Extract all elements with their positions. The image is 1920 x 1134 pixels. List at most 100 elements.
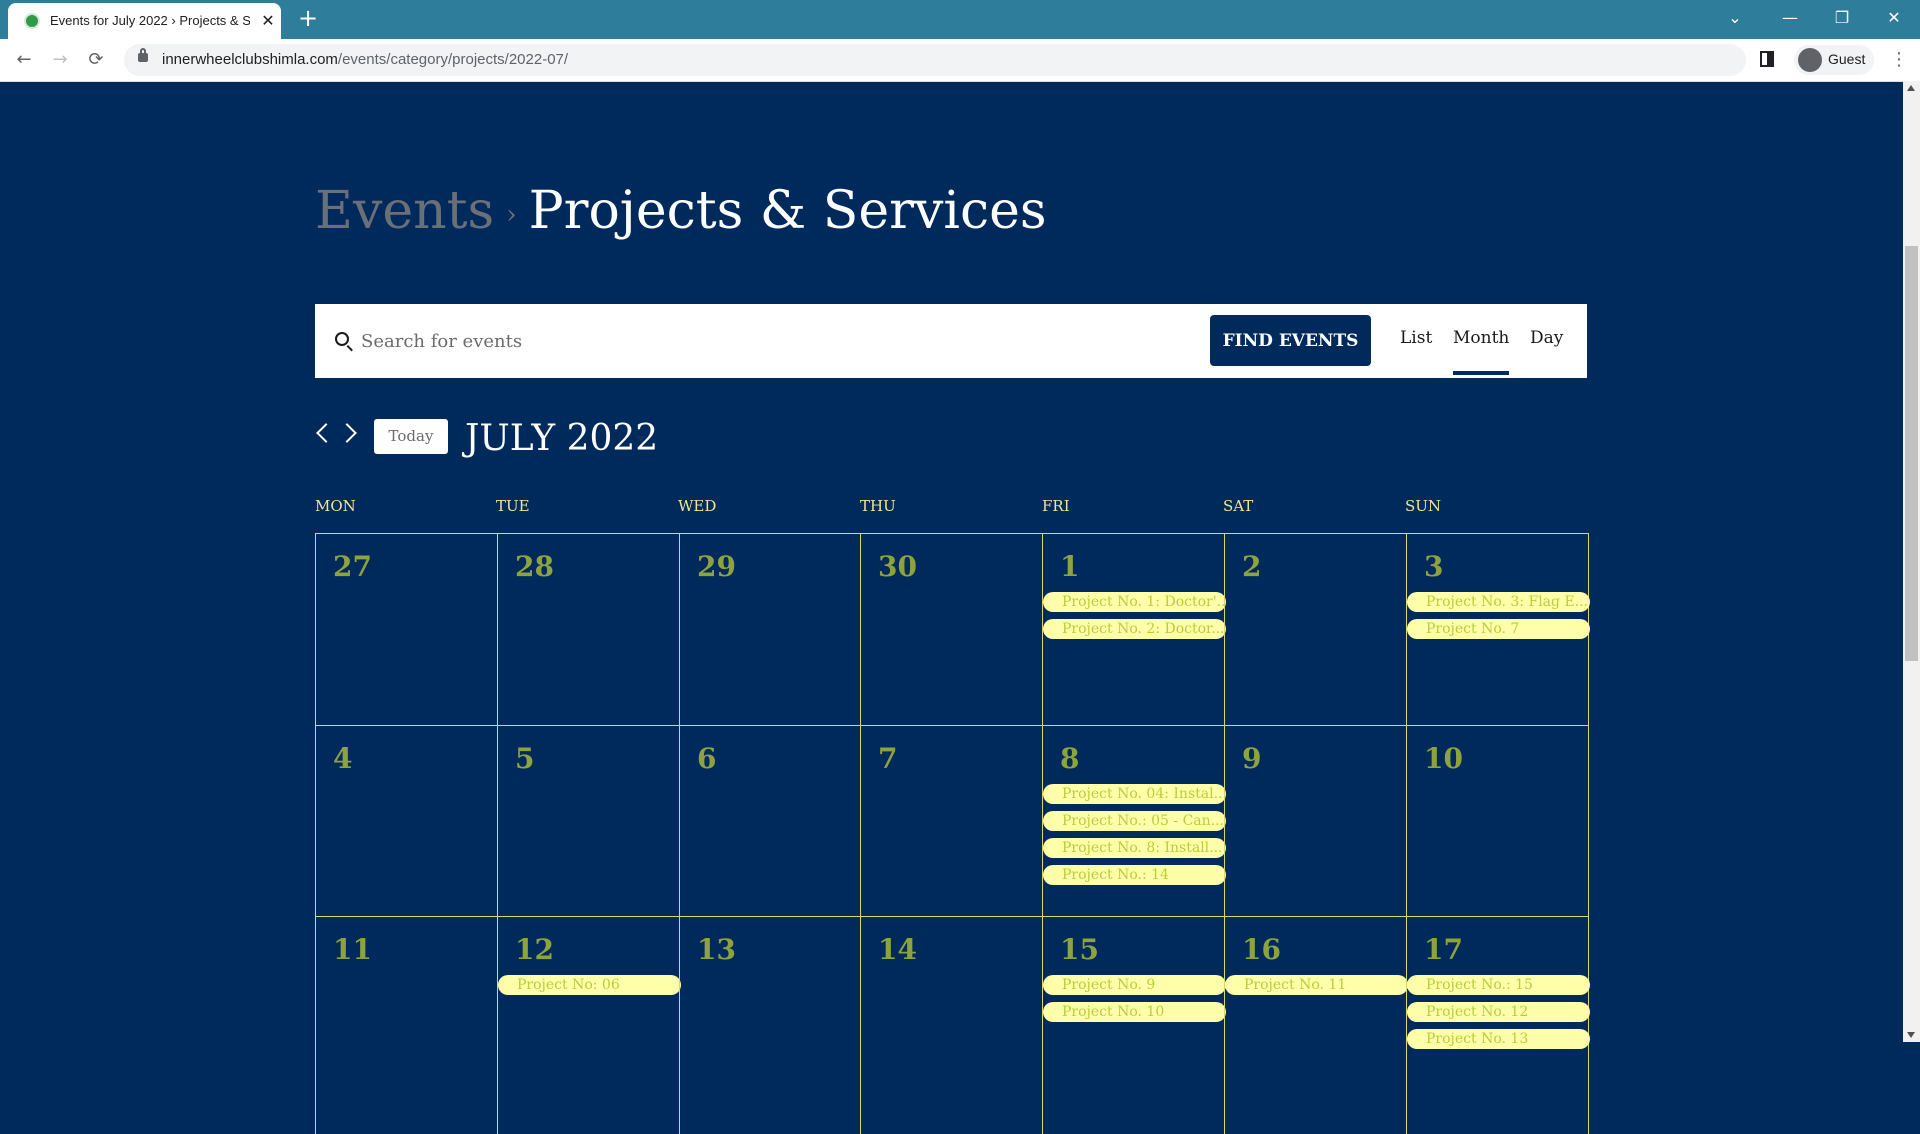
tab-title: Events for July 2022 › Projects & Servic… [50, 13, 250, 28]
page-scrollbar[interactable] [1903, 81, 1920, 1042]
event-link[interactable]: Project No. 8: Install... [1043, 838, 1226, 858]
day-number[interactable]: 1 [1060, 550, 1079, 583]
side-panel-icon[interactable] [1760, 51, 1774, 67]
view-month-link[interactable]: Month [1453, 328, 1510, 375]
profile-button[interactable]: Guest [1794, 45, 1874, 75]
day-number[interactable]: 5 [515, 742, 534, 775]
back-arrow-icon[interactable]: ← [12, 48, 36, 72]
restore-window-button[interactable]: ❐ [1822, 4, 1862, 32]
day-number[interactable]: 16 [1242, 933, 1281, 966]
weekday-header: TUE [496, 497, 530, 515]
event-link[interactable]: Project No: 06 [498, 975, 681, 995]
day-number[interactable]: 14 [878, 933, 917, 966]
browser-menu-icon[interactable]: ⋮ [1890, 49, 1908, 71]
breadcrumb-events-link[interactable]: Events [315, 181, 494, 241]
calendar-day-cell[interactable]: 13 [679, 916, 861, 1134]
calendar-day-cell[interactable]: 30 [860, 533, 1043, 726]
calendar-day-cell[interactable]: 7 [860, 725, 1043, 917]
breadcrumb-separator-icon: › [506, 199, 517, 230]
close-tab-icon[interactable]: ✕ [258, 11, 278, 31]
day-number[interactable]: 8 [1060, 742, 1079, 775]
minimize-window-button[interactable]: — [1770, 4, 1810, 32]
event-link[interactable]: Project No. 04: Instal... [1043, 784, 1226, 804]
calendar-day-cell[interactable]: 4 [315, 725, 498, 917]
close-window-button[interactable]: ✕ [1874, 4, 1914, 32]
calendar-day-cell[interactable]: 14 [860, 916, 1043, 1134]
calendar-day-cell[interactable]: 6 [679, 725, 861, 917]
reload-icon[interactable]: ⟳ [84, 48, 108, 72]
event-link[interactable]: Project No. 2: Doctor... [1043, 619, 1226, 639]
calendar-day-cell[interactable]: 8 Project No. 04: Instal... Project No.: 0… [1042, 725, 1226, 917]
calendar-day-cell[interactable]: 29 [679, 533, 861, 726]
search-icon [335, 332, 349, 346]
browser-tab[interactable]: Events for July 2022 › Projects & Servic… [8, 3, 281, 39]
view-day-link[interactable]: Day [1530, 328, 1563, 348]
browser-toolbar: ← → ⟳ innerwheelclubshimla.com/events/ca… [0, 39, 1920, 82]
day-number[interactable]: 15 [1060, 933, 1099, 966]
calendar-day-cell[interactable]: 27 [315, 533, 498, 726]
event-link[interactable]: Project No.: 15 [1407, 975, 1590, 995]
day-number[interactable]: 30 [878, 550, 917, 583]
day-number[interactable]: 10 [1424, 742, 1463, 775]
calendar-day-cell[interactable]: 10 [1406, 725, 1589, 917]
calendar-day-cell[interactable]: 1 Project No. 1: Doctor'... Project No. 2:… [1042, 533, 1226, 726]
calendar-day-cell[interactable]: 11 [315, 916, 498, 1134]
calendar-day-cell[interactable]: 12 Project No: 06 [497, 916, 681, 1134]
weekday-header: FRI [1042, 497, 1070, 515]
day-number[interactable]: 2 [1242, 550, 1261, 583]
tab-search-icon[interactable]: ⌄ [1715, 4, 1755, 32]
calendar-day-cell[interactable]: 28 [497, 533, 680, 726]
day-number[interactable]: 6 [697, 742, 716, 775]
view-list-link[interactable]: List [1400, 328, 1432, 348]
weekday-header: MON [315, 497, 356, 515]
profile-label: Guest [1828, 51, 1866, 67]
day-number[interactable]: 13 [697, 933, 736, 966]
calendar-day-cell[interactable]: 2 [1224, 533, 1407, 726]
new-tab-button[interactable]: + [296, 6, 320, 30]
event-link[interactable]: Project No. 10 [1043, 1002, 1226, 1022]
search-input[interactable] [361, 326, 1061, 356]
weekday-header: WED [678, 497, 717, 515]
address-bar[interactable]: innerwheelclubshimla.com/events/category… [124, 44, 1746, 76]
scroll-down-arrow-icon[interactable] [1907, 1032, 1915, 1038]
event-link[interactable]: Project No. 3: Flag E... [1407, 592, 1590, 612]
day-number[interactable]: 28 [515, 550, 554, 583]
day-number[interactable]: 7 [878, 742, 897, 775]
event-link[interactable]: Project No. 1: Doctor'... [1043, 592, 1226, 612]
calendar-grid: 27 28 29 30 1 Project No. 1: Doctor'... Projec… [315, 533, 1590, 1134]
event-link[interactable]: Project No. 7 [1407, 619, 1590, 639]
today-button[interactable]: Today [374, 419, 448, 454]
calendar-day-cell[interactable]: 5 [497, 725, 680, 917]
event-link[interactable]: Project No. 13 [1407, 1029, 1590, 1049]
day-number[interactable]: 29 [697, 550, 736, 583]
event-link[interactable]: Project No.: 05 - Can... [1043, 811, 1226, 831]
month-title[interactable]: JULY 2022 [465, 418, 658, 459]
day-number[interactable]: 17 [1424, 933, 1463, 966]
forward-arrow-icon[interactable]: → [48, 48, 72, 72]
scroll-up-arrow-icon[interactable] [1907, 85, 1915, 91]
next-month-icon[interactable] [337, 423, 357, 443]
day-number[interactable]: 27 [333, 550, 372, 583]
calendar-day-cell[interactable]: 9 [1224, 725, 1407, 917]
calendar-day-cell[interactable]: 17 Project No.: 15 Project No. 12 Project N… [1406, 916, 1590, 1134]
events-search-bar: FIND EVENTS List Month Day [315, 304, 1587, 378]
event-link[interactable]: Project No. 12 [1407, 1002, 1590, 1022]
event-link[interactable]: Project No. 9 [1043, 975, 1226, 995]
calendar-day-cell[interactable]: 16 Project No. 11 [1224, 916, 1408, 1134]
lock-icon[interactable] [138, 48, 148, 62]
event-link[interactable]: Project No. 11 [1225, 975, 1408, 995]
find-events-button[interactable]: FIND EVENTS [1210, 315, 1371, 366]
event-link[interactable]: Project No.: 14 [1043, 865, 1226, 885]
scrollbar-thumb[interactable] [1905, 246, 1918, 661]
site-favicon-icon [24, 13, 40, 29]
chevron-down-icon[interactable] [636, 436, 646, 442]
day-number[interactable]: 9 [1242, 742, 1261, 775]
day-number[interactable]: 4 [333, 742, 352, 775]
previous-month-icon[interactable] [316, 423, 336, 443]
calendar-day-cell[interactable]: 3 Project No. 3: Flag E... Project No. 7 [1406, 533, 1590, 726]
day-number[interactable]: 12 [515, 933, 554, 966]
day-number[interactable]: 11 [333, 933, 372, 966]
calendar-day-cell[interactable]: 15 Project No. 9 Project No. 10 [1042, 916, 1226, 1134]
day-number[interactable]: 3 [1424, 550, 1443, 583]
url-text[interactable]: innerwheelclubshimla.com/events/category… [162, 51, 568, 68]
